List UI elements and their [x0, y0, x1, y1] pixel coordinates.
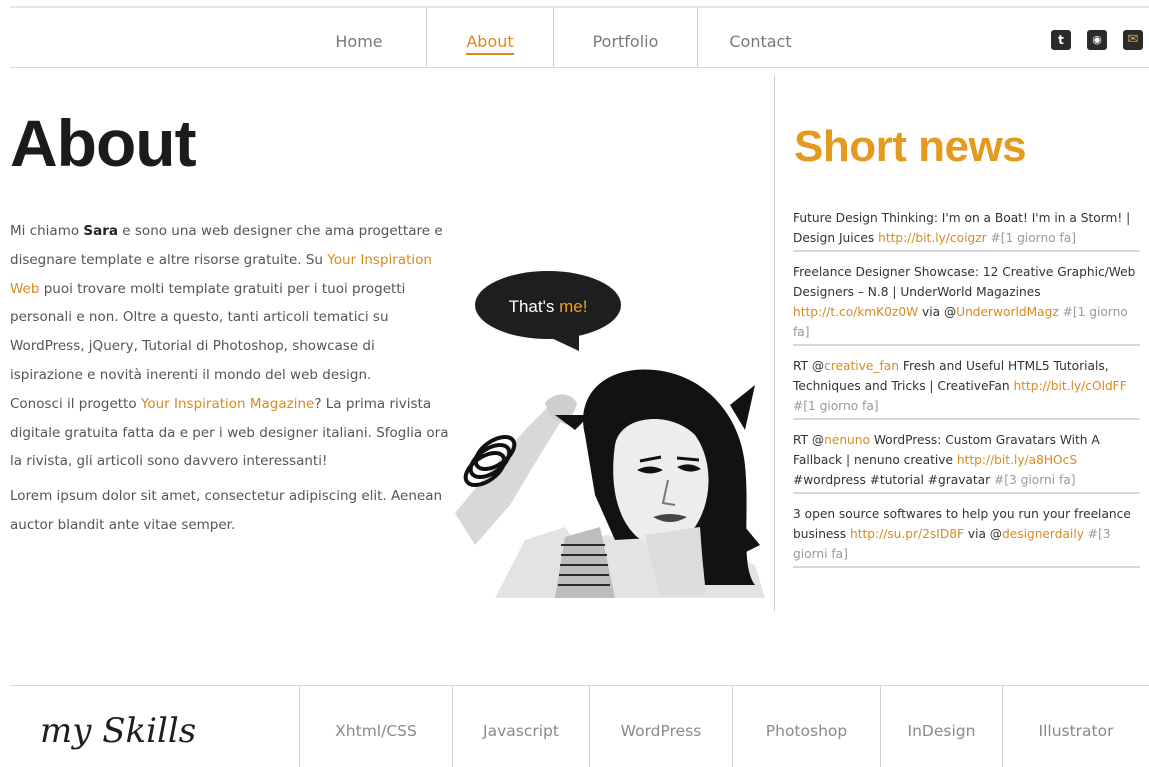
- nav-item-portfolio[interactable]: Portfolio: [554, 8, 698, 67]
- about-paragraph-1: Mi chiamo Sara e sono una web designer c…: [10, 217, 450, 476]
- about-p1-intro: Mi chiamo: [10, 223, 84, 239]
- list-item: RT @nenuno WordPress: Custom Gravatars W…: [793, 430, 1140, 494]
- news-link[interactable]: http://bit.ly/a8HOcS: [957, 453, 1077, 467]
- news-list: Future Design Thinking: I'm on a Boat! I…: [793, 208, 1140, 578]
- skills-logo-text: my Skills: [40, 711, 196, 751]
- news-text: RT @: [793, 359, 825, 373]
- news-meta: #[1 giorno fa]: [986, 231, 1077, 245]
- rss-icon[interactable]: ◉: [1087, 30, 1107, 50]
- list-item: Future Design Thinking: I'm on a Boat! I…: [793, 208, 1140, 252]
- news-text: Freelance Designer Showcase: 12 Creative…: [793, 265, 1136, 299]
- main-nav: Home About Portfolio Contact t ◉ ✉: [10, 8, 1149, 68]
- skill-wordpress[interactable]: WordPress: [589, 686, 732, 767]
- twitter-icon[interactable]: t: [1051, 30, 1071, 50]
- news-user-link[interactable]: creative_fan: [824, 359, 899, 373]
- skill-indesign[interactable]: InDesign: [880, 686, 1002, 767]
- nav-label-contact: Contact: [729, 32, 792, 51]
- news-text: RT @: [793, 433, 825, 447]
- skills-logo: my Skills: [40, 711, 196, 751]
- your-inspiration-magazine-link[interactable]: Your Inspiration Magazine: [141, 396, 314, 412]
- nav-item-home[interactable]: Home: [292, 8, 427, 67]
- news-text: via @: [963, 527, 1002, 541]
- nav-label-about: About: [466, 32, 514, 55]
- skill-javascript[interactable]: Javascript: [452, 686, 589, 767]
- page-title: About: [10, 106, 197, 180]
- list-item: Freelance Designer Showcase: 12 Creative…: [793, 262, 1140, 346]
- nav-item-contact[interactable]: Contact: [698, 8, 823, 67]
- nav-label-home: Home: [335, 32, 383, 51]
- news-user-link[interactable]: UnderworldMagz: [956, 305, 1059, 319]
- about-paragraph-3: Lorem ipsum dolor sit amet, consectetur …: [10, 488, 443, 533]
- news-meta: #[3 giorni fa]: [990, 473, 1076, 487]
- news-link[interactable]: http://bit.ly/coigzr: [878, 231, 987, 245]
- skill-xhtml-css[interactable]: Xhtml/CSS: [299, 686, 452, 767]
- column-divider: [774, 76, 775, 611]
- news-user-link[interactable]: nenuno: [824, 433, 870, 447]
- speech-bubble: That's me!: [475, 271, 621, 351]
- news-meta: #[1 giorno fa]: [793, 399, 879, 413]
- list-item: RT @creative_fan Fresh and Useful HTML5 …: [793, 356, 1140, 420]
- skill-photoshop[interactable]: Photoshop: [732, 686, 880, 767]
- about-text: Mi chiamo Sara e sono una web designer c…: [10, 217, 450, 540]
- news-text: via @: [918, 305, 957, 319]
- nav-label-portfolio: Portfolio: [592, 32, 659, 51]
- list-item: 3 open source softwares to help you run …: [793, 504, 1140, 568]
- news-link[interactable]: http://t.co/kmK0z0W: [793, 305, 918, 319]
- portrait-illustration: That's me!: [455, 271, 765, 598]
- about-p2-intro: Conosci il progetto: [10, 395, 141, 412]
- about-p1-end: puoi trovare molti template gratuiti per…: [10, 280, 406, 383]
- email-icon[interactable]: ✉: [1123, 30, 1143, 50]
- skills-bar: my Skills Xhtml/CSS Javascript WordPress…: [10, 685, 1149, 767]
- skill-illustrator[interactable]: Illustrator: [1002, 686, 1149, 767]
- news-link[interactable]: http://su.pr/2sID8F: [850, 527, 964, 541]
- nav-item-about[interactable]: About: [427, 8, 554, 67]
- author-name: Sara: [83, 223, 119, 239]
- bubble-text: That's me!: [509, 297, 588, 316]
- news-title: Short news: [794, 122, 1027, 171]
- news-link[interactable]: http://bit.ly/cOldFF: [1013, 379, 1126, 393]
- news-text: #wordpress #tutorial #gravatar: [793, 473, 991, 487]
- news-user-link[interactable]: designerdaily: [1002, 527, 1084, 541]
